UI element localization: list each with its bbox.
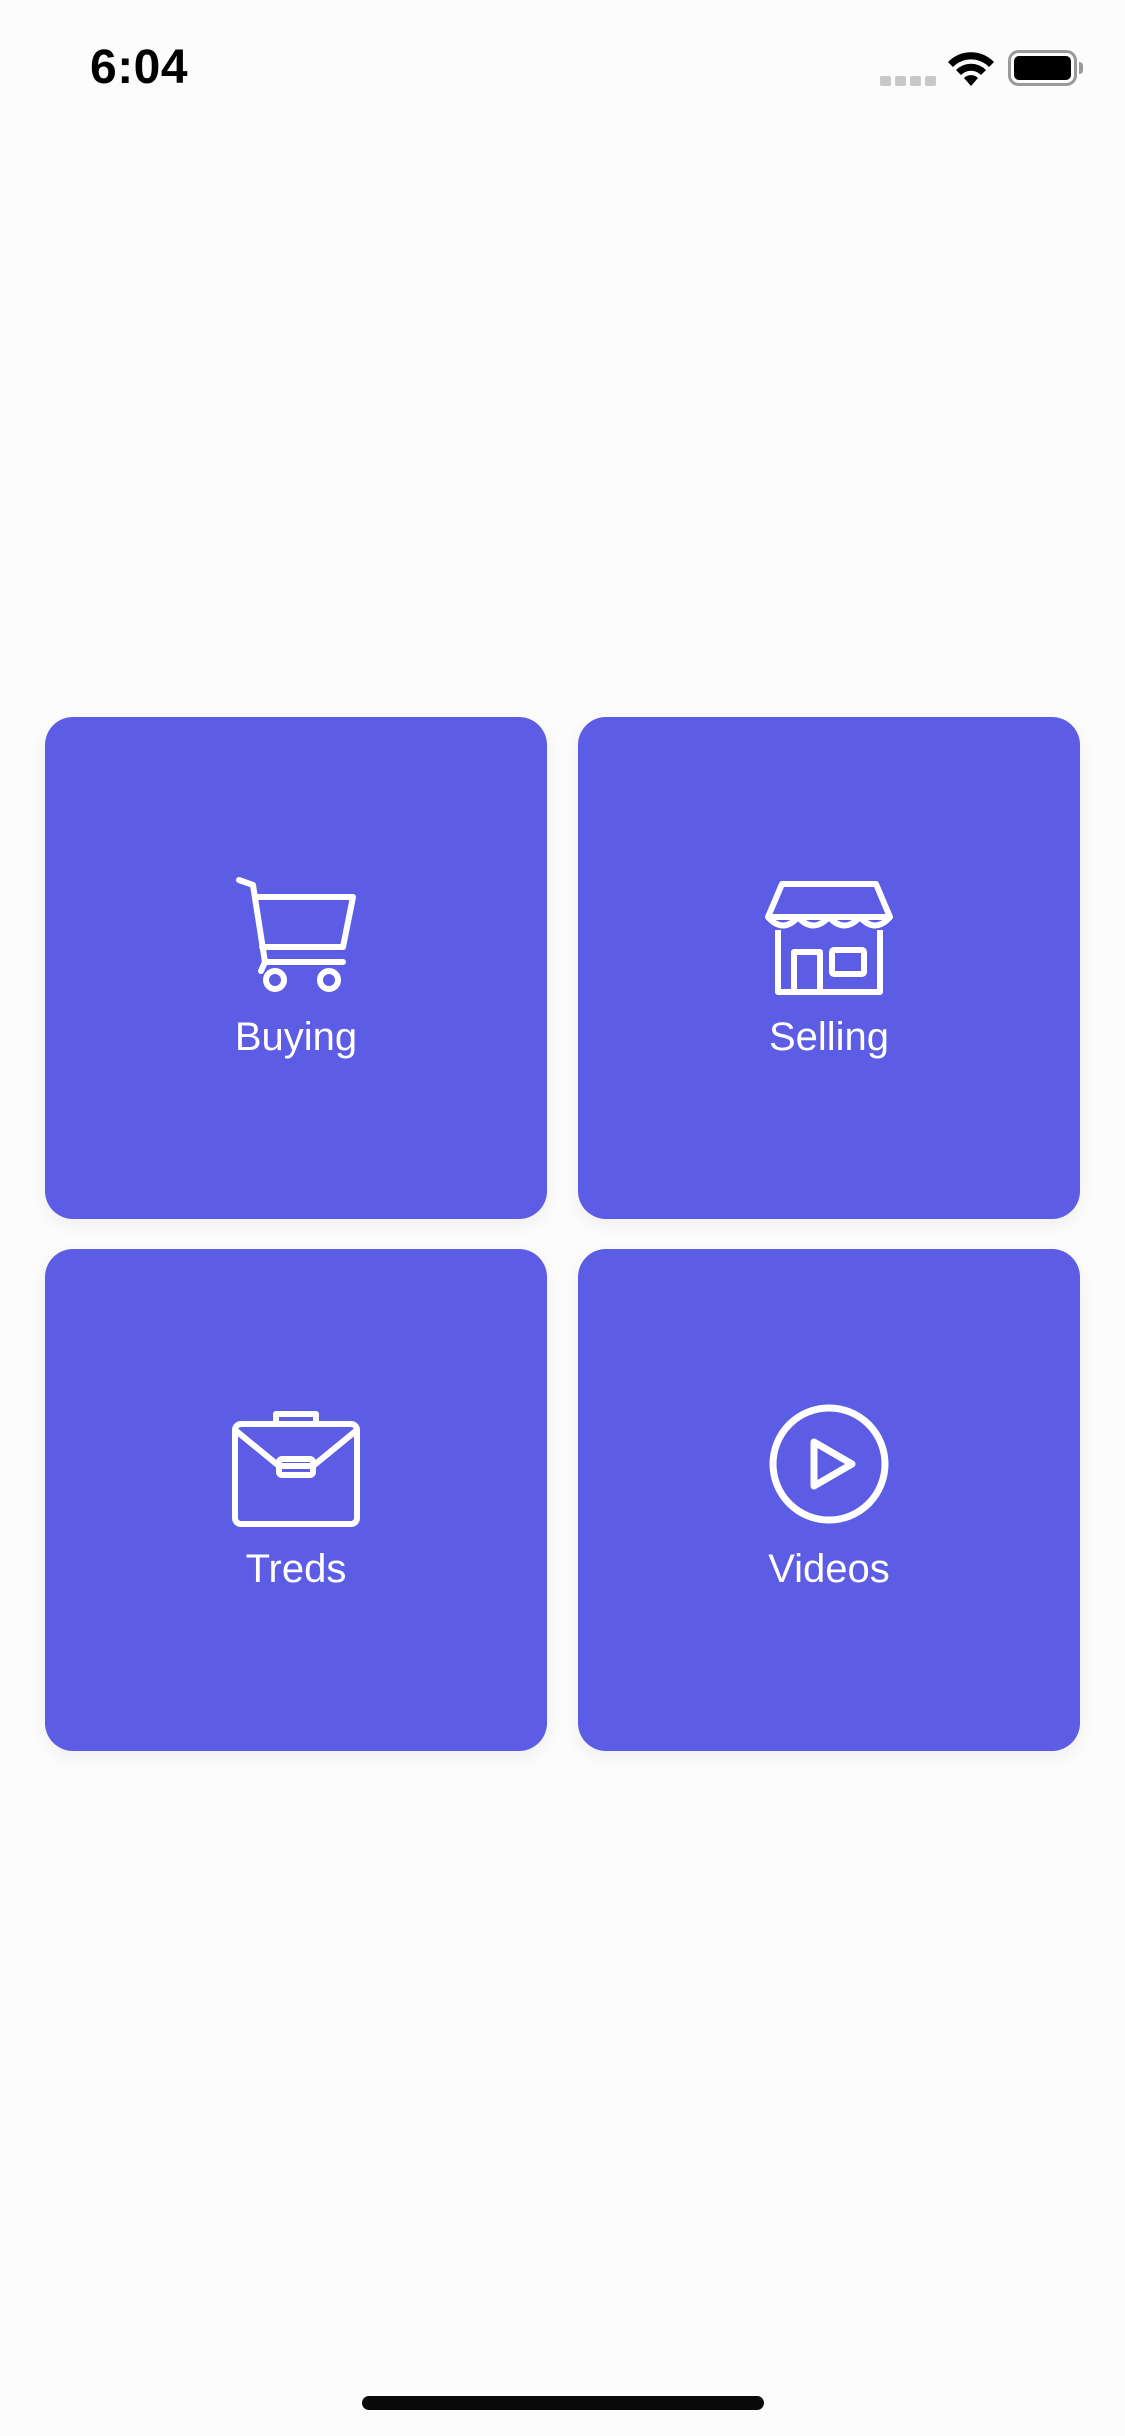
battery-icon	[1008, 50, 1083, 86]
briefcase-icon	[232, 1411, 360, 1527]
videos-label: Videos	[768, 1547, 890, 1591]
treds-label: Treds	[245, 1547, 347, 1591]
shopping-cart-icon	[236, 877, 356, 992]
home-indicator[interactable]	[362, 2396, 764, 2410]
selling-label: Selling	[768, 1015, 890, 1059]
buying-label: Buying	[234, 1015, 358, 1059]
wifi-icon	[948, 52, 994, 86]
selling-tile[interactable]: Selling	[578, 717, 1080, 1219]
cellular-signal-icon	[880, 76, 936, 86]
videos-tile[interactable]: Videos	[578, 1249, 1080, 1751]
buying-tile[interactable]: Buying	[45, 717, 547, 1219]
treds-tile[interactable]: Treds	[45, 1249, 547, 1751]
status-time: 6:04	[90, 41, 189, 94]
home-screen: 6:04 Buying Selling Treds Videos	[0, 0, 1125, 2436]
play-circle-icon	[769, 1404, 889, 1524]
storefront-icon	[765, 881, 893, 995]
status-bar: 6:04	[0, 0, 1125, 140]
